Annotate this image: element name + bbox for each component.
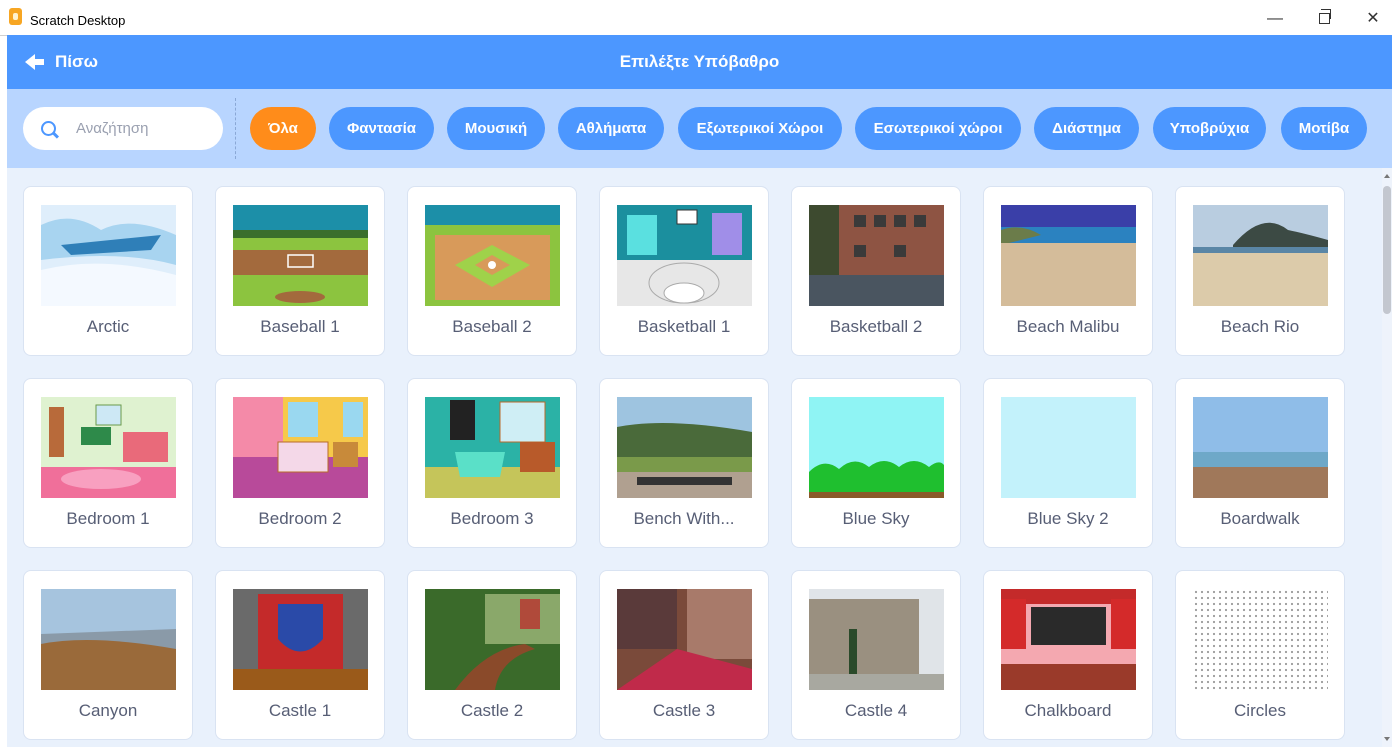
backdrop-card-bedroom-2[interactable]: Bedroom 2 [215, 378, 385, 548]
close-button[interactable]: ✕ [1353, 6, 1392, 32]
tag-patterns[interactable]: Μοτίβα [1281, 107, 1367, 150]
backdrop-thumbnail [41, 589, 176, 690]
backdrop-thumbnail [1193, 397, 1328, 498]
scroll-thumb[interactable] [1383, 186, 1391, 314]
backdrop-card-beach-rio[interactable]: Beach Rio [1175, 186, 1345, 356]
backdrop-thumbnail [1001, 397, 1136, 498]
backdrop-thumbnail [617, 589, 752, 690]
backdrop-card-basketball-2[interactable]: Basketball 2 [791, 186, 961, 356]
backdrop-card-circles[interactable]: Circles [1175, 570, 1345, 740]
backdrop-thumbnail [1193, 205, 1328, 306]
backdrop-thumbnail [233, 589, 368, 690]
backdrop-thumbnail [1193, 589, 1328, 690]
tag-fantasy[interactable]: Φαντασία [329, 107, 434, 150]
backdrop-thumbnail [233, 397, 368, 498]
backdrop-thumbnail [425, 205, 560, 306]
backdrop-name: Beach Rio [1220, 317, 1300, 336]
backdrop-card-canyon[interactable]: Canyon [23, 570, 193, 740]
backdrop-card-blue-sky-2[interactable]: Blue Sky 2 [983, 378, 1153, 548]
backdrop-card-arctic[interactable]: Arctic [23, 186, 193, 356]
library-header: Πίσω Επιλέξτε Υπόβαθρο [7, 35, 1392, 89]
backdrop-name: Circles [1234, 701, 1286, 720]
backdrop-name: Bench With... [633, 509, 735, 528]
backdrop-name: Blue Sky 2 [1027, 509, 1109, 528]
backdrop-name: Baseball 1 [260, 317, 340, 336]
tag-underwater[interactable]: Υποβρύχια [1153, 107, 1266, 150]
backdrop-thumbnail [617, 205, 752, 306]
backdrop-name: Baseball 2 [452, 317, 532, 336]
tag-sports[interactable]: Αθλήματα [558, 107, 664, 150]
backdrop-thumbnail [41, 397, 176, 498]
backdrop-name: Basketball 1 [637, 317, 731, 336]
backdrop-card-bedroom-3[interactable]: Bedroom 3 [407, 378, 577, 548]
library-scrollbar[interactable] [1382, 168, 1392, 747]
backdrop-name: Bedroom 3 [450, 509, 534, 528]
scratch-app-icon [9, 8, 22, 25]
backdrop-thumbnail [425, 589, 560, 690]
backdrop-name: Castle 1 [268, 701, 332, 720]
search-box[interactable] [23, 107, 223, 150]
backdrop-card-baseball-2[interactable]: Baseball 2 [407, 186, 577, 356]
backdrop-name: Castle 2 [460, 701, 524, 720]
backdrop-thumbnail [233, 205, 368, 306]
backdrop-thumbnail [1001, 589, 1136, 690]
backdrop-name: Basketball 2 [829, 317, 923, 336]
backdrop-card-bench-with-view[interactable]: Bench With... [599, 378, 769, 548]
maximize-button[interactable] [1304, 6, 1344, 32]
backdrop-thumbnail [41, 205, 176, 306]
backdrop-name: Boardwalk [1220, 509, 1300, 528]
backdrop-name: Bedroom 1 [66, 509, 150, 528]
backdrop-name: Bedroom 2 [258, 509, 342, 528]
tag-outdoors[interactable]: Εξωτερικοί Χώροι [678, 107, 842, 150]
backdrop-name: Castle 4 [844, 701, 908, 720]
backdrop-card-castle-2[interactable]: Castle 2 [407, 570, 577, 740]
backdrop-card-castle-3[interactable]: Castle 3 [599, 570, 769, 740]
backdrop-name: Canyon [78, 701, 138, 720]
backdrop-thumbnail [617, 397, 752, 498]
backdrop-card-chalkboard[interactable]: Chalkboard [983, 570, 1153, 740]
backdrop-name: Chalkboard [1024, 701, 1112, 720]
backdrop-thumbnail [425, 397, 560, 498]
filter-bar: Όλα Φαντασία Μουσική Αθλήματα Εξωτερικοί… [7, 89, 1392, 168]
filter-divider [235, 98, 236, 159]
backdrop-thumbnail [809, 589, 944, 690]
backdrop-name: Beach Malibu [1016, 317, 1120, 336]
page-title: Επιλέξτε Υπόβαθρο [619, 52, 780, 71]
backdrop-thumbnail [809, 205, 944, 306]
backdrop-card-bedroom-1[interactable]: Bedroom 1 [23, 378, 193, 548]
restore-icon [1318, 9, 1331, 25]
tag-all[interactable]: Όλα [250, 107, 316, 150]
backdrop-thumbnail [809, 397, 944, 498]
backdrop-card-boardwalk[interactable]: Boardwalk [1175, 378, 1345, 548]
search-input[interactable] [74, 119, 208, 138]
tag-indoors[interactable]: Εσωτερικοί χώροι [855, 107, 1021, 150]
scroll-down-icon[interactable] [1384, 737, 1390, 741]
window-title: Scratch Desktop [30, 13, 126, 28]
backdrop-thumbnail [1001, 205, 1136, 306]
backdrop-card-baseball-1[interactable]: Baseball 1 [215, 186, 385, 356]
tag-music[interactable]: Μουσική [447, 107, 545, 150]
scroll-up-icon[interactable] [1384, 174, 1390, 178]
backdrop-card-castle-4[interactable]: Castle 4 [791, 570, 961, 740]
backdrop-card-blue-sky[interactable]: Blue Sky [791, 378, 961, 548]
backdrop-card-beach-malibu[interactable]: Beach Malibu [983, 186, 1153, 356]
search-icon [41, 121, 56, 136]
window-titlebar: Scratch Desktop — ✕ [0, 0, 1392, 36]
backdrop-card-castle-1[interactable]: Castle 1 [215, 570, 385, 740]
backdrop-name: Arctic [86, 317, 130, 336]
backdrop-name: Blue Sky [842, 509, 910, 528]
tag-space[interactable]: Διάστημα [1034, 107, 1139, 150]
backdrop-library: Arctic Baseball 1 Baseball 2 Basketball … [7, 168, 1382, 747]
minimize-button[interactable]: — [1255, 6, 1295, 32]
backdrop-card-basketball-1[interactable]: Basketball 1 [599, 186, 769, 356]
backdrop-name: Castle 3 [652, 701, 716, 720]
